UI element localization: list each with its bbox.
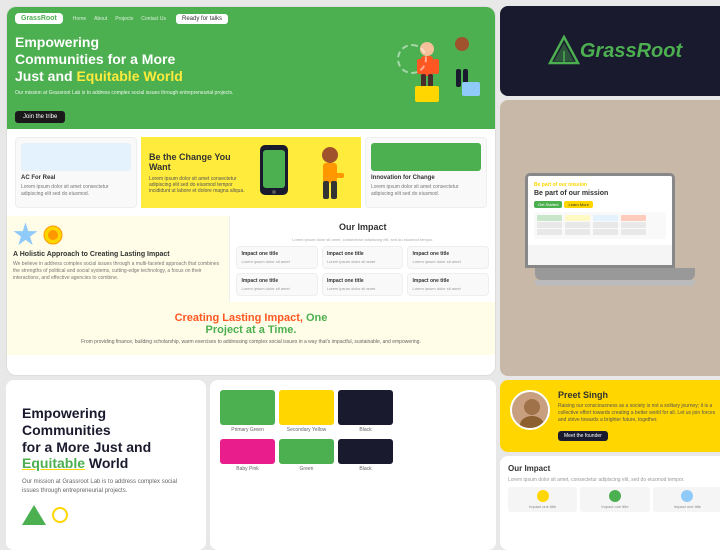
- swatch-pink-label: Baby Pink: [236, 466, 259, 472]
- swatch-green-sm: [279, 439, 334, 464]
- star-decoration: [13, 222, 38, 247]
- medal-decoration: [43, 225, 63, 245]
- swatch-black: [338, 390, 393, 425]
- change-phone-illustration: [255, 145, 300, 200]
- impact-mini-card: Our Impact Lorem ipsum dolor sit amet, c…: [500, 456, 720, 550]
- swatch-secondary-label: Secondary Yellow: [287, 427, 326, 433]
- impact-mini-item-3: Impact one title: [653, 487, 720, 512]
- card-image-2: [371, 143, 481, 171]
- holistic-text: We believe in address complex social iss…: [13, 261, 223, 282]
- impact-card-1: Impact one title Lorem ipsum dolor sit a…: [236, 246, 318, 269]
- impact-mini-dot-1: [537, 490, 549, 502]
- testimonial-name: Preet Singh: [558, 390, 720, 400]
- swatch-secondary: [279, 390, 334, 425]
- hero-title: Empowering Communities for a More Just a…: [15, 34, 397, 84]
- right-panel: GrassRoot Be part of our mission Be part…: [500, 6, 720, 376]
- screen-mission-label: Be part of our mission: [534, 182, 666, 188]
- impact-mini-item-1: Impact one title: [508, 487, 577, 512]
- grassroot-logo-icon: [548, 35, 580, 67]
- logo-brand-name: GrassRoot: [580, 41, 682, 61]
- testimonial-quote: Raising our consciousness as a society i…: [558, 403, 720, 424]
- typography-icon-row: [22, 505, 190, 525]
- hero-decor-circle: [397, 44, 427, 74]
- impact-card-5: Impact one title Lorem ipsum dolor sit a…: [322, 273, 404, 296]
- laptop-panel: Be part of our mission Be part of our mi…: [500, 100, 720, 376]
- nav-projects: Projects: [115, 16, 133, 22]
- screen-mission-title: Be part of our mission: [534, 190, 666, 197]
- card-title-1: AC For Real: [21, 175, 131, 181]
- circle-icon: [52, 507, 68, 523]
- impact-mini-label-1: Impact one title: [529, 504, 556, 509]
- bottom-left-panel: Empowering Communities for a More Just a…: [6, 380, 496, 550]
- card-image-1: [21, 143, 131, 171]
- nav-cta-btn[interactable]: Ready for talks: [176, 14, 228, 24]
- card-text-2: Lorem ipsum dolor sit amet consectetur a…: [371, 184, 481, 197]
- cards-row: AC For Real Lorem ipsum dolor sit amet c…: [7, 129, 495, 216]
- impact-grid: Impact one title Lorem ipsum dolor sit a…: [236, 246, 489, 296]
- testimonial-card: Preet Singh Raising our consciousness as…: [500, 380, 720, 452]
- swatch-dark: [338, 439, 393, 464]
- typography-title: Empowering Communities for a More Just a…: [22, 405, 190, 472]
- lasting-subtitle: From providing finance, building scholar…: [17, 339, 485, 345]
- swatch-primary: [220, 390, 275, 425]
- hero-subtitle: Our mission at Grassroot Lab is to addre…: [15, 90, 397, 97]
- change-title: Be the Change You Want: [149, 152, 247, 172]
- impact-title: Our Impact: [236, 222, 489, 232]
- swatch-black-label: Black: [359, 427, 371, 433]
- impact-mini-dot-2: [609, 490, 621, 502]
- swatch-dark-label: Black: [359, 466, 371, 472]
- holistic-title: A Holistic Approach to Creating Lasting …: [13, 251, 223, 258]
- impact-card-4: Impact one title Lorem ipsum dolor sit a…: [236, 273, 318, 296]
- impact-mini-grid: Impact one title Impact one title Impact…: [508, 487, 720, 512]
- testimonial-btn[interactable]: Meet the founder: [558, 431, 608, 441]
- impact-subtitle: Lorem ipsum dolor sit amet, consectetur …: [236, 237, 489, 242]
- color-swatches-card: Primary Green Secondary Yellow Black Bab…: [210, 380, 496, 550]
- triangle-icon: [22, 505, 46, 525]
- card-item-1: AC For Real Lorem ipsum dolor sit amet c…: [15, 137, 137, 208]
- impact-card-2: Impact one title Lorem ipsum dolor sit a…: [322, 246, 404, 269]
- card-item-2: Innovation for Change Lorem ipsum dolor …: [365, 137, 487, 208]
- nav-about: About: [94, 16, 107, 22]
- laptop-base: [535, 268, 695, 280]
- lasting-impact-section: Creating Lasting Impact, One Project at …: [7, 302, 495, 355]
- laptop-keyboard: [535, 280, 695, 286]
- main-website-screenshot: GrassRoot Home About Projects Contact Us…: [6, 6, 496, 376]
- typography-card: Empowering Communities for a More Just a…: [6, 380, 206, 550]
- impact-mini-label-2: Impact one title: [601, 504, 628, 509]
- laptop-visual: Be part of our mission Be part of our mi…: [525, 173, 705, 303]
- hero-cta-button[interactable]: Join the tribe: [15, 111, 65, 123]
- screen-table: [534, 212, 666, 239]
- testimonial-avatar: [510, 390, 550, 430]
- impact-card-6: Impact one title Lorem ipsum dolor sit a…: [407, 273, 489, 296]
- change-person-illustration: [308, 145, 353, 200]
- nav-contact: Contact Us: [141, 16, 166, 22]
- bottom-right-panel: Preet Singh Raising our consciousness as…: [500, 380, 720, 550]
- card-title-2: Innovation for Change: [371, 175, 481, 181]
- card-text-1: Lorem ipsum dolor sit amet consectetur a…: [21, 184, 131, 197]
- impact-mini-dot-3: [681, 490, 693, 502]
- lasting-title: Creating Lasting Impact, One Project at …: [17, 312, 485, 336]
- screen-btn-2: Learn More: [564, 201, 592, 208]
- swatch-pink: [220, 439, 275, 464]
- impact-mini-subtitle: Lorem ipsum dolor sit amet, consectetur …: [508, 477, 720, 483]
- nav-home: Home: [73, 16, 86, 22]
- swatch-green-sm-label: Green: [300, 466, 314, 472]
- swatch-primary-label: Primary Green: [231, 427, 264, 433]
- change-subtitle: Lorem ipsum dolor sit amet consectetur a…: [149, 176, 247, 194]
- laptop-screen: Be part of our mission Be part of our mi…: [525, 173, 675, 268]
- typography-subtitle: Our mission at Grassroot Lab is to addre…: [22, 478, 190, 495]
- logo-panel: GrassRoot: [500, 6, 720, 96]
- impact-mini-title: Our Impact: [508, 464, 720, 473]
- screen-btn-1: Get Started: [534, 201, 562, 208]
- impact-mini-item-2: Impact one title: [580, 487, 649, 512]
- impact-card-3: Impact one title Lorem ipsum dolor sit a…: [407, 246, 489, 269]
- impact-mini-label-3: Impact one title: [674, 504, 701, 509]
- site-logo: GrassRoot: [15, 13, 63, 24]
- be-change-section: Be the Change You Want Lorem ipsum dolor…: [141, 137, 361, 208]
